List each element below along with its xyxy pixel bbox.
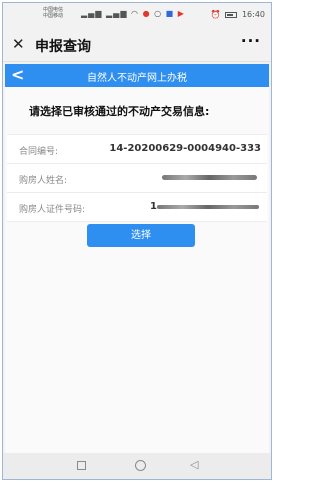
instruction-text: 请选择已审核通过的不动产交易信息: [29, 105, 210, 118]
page-title: 申报查询 [35, 39, 91, 55]
buyer-id-row: 购房人证件号码: 1 [7, 193, 267, 222]
header-title: 自然人不动产网上办税 [87, 73, 187, 84]
recent-apps-icon[interactable] [77, 461, 86, 470]
blue-header: < 自然人不动产网上办税 [5, 64, 269, 87]
clock: 16:40 [241, 10, 265, 19]
info-list: 合同编号: 14-20200629-0004940-333 购房人姓名: 购房人… [7, 134, 267, 222]
phone-screen: 中国电信 中国移动 ▂▄▆ ▂▄▆ ◠ ● ○ ■ ▶ ⏰ 16:40 ✕ 申报… [2, 2, 272, 480]
contract-number-row: 合同编号: 14-20200629-0004940-333 [7, 135, 267, 164]
back-triangle-icon[interactable]: ◁ [190, 458, 198, 471]
app-title-bar: ✕ 申报查询 ··· [3, 29, 271, 62]
carrier-info: 中国电信 中国移动 [43, 7, 63, 19]
home-icon[interactable] [135, 460, 146, 471]
wifi-icon: ◠ [131, 9, 140, 18]
close-icon[interactable]: ✕ [12, 35, 25, 53]
buyer-id-label: 购房人证件号码: [19, 205, 86, 215]
signal-icon: ▂▄▆ [81, 9, 103, 18]
alarm-icon: ⏰ [210, 10, 221, 19]
app-notification-icon-3: ▶ [177, 9, 185, 18]
more-icon[interactable]: ··· [241, 32, 261, 50]
app-notification-icon: ○ [154, 9, 163, 18]
buyer-name-redacted [162, 175, 257, 180]
battery-icon [225, 12, 238, 18]
contract-number-label: 合同编号: [19, 147, 59, 157]
carrier-line-2: 中国移动 [43, 13, 64, 19]
buyer-id-prefix: 1 [150, 201, 157, 212]
notification-icon: ● [142, 9, 151, 18]
system-nav-bar: ◁ [3, 453, 271, 479]
app-notification-icon-2: ■ [165, 9, 175, 18]
select-button[interactable]: 选择 [87, 224, 195, 247]
buyer-id-redacted [157, 205, 259, 209]
contract-number-value: 14-20200629-0004940-333 [109, 143, 261, 154]
status-right: ⏰ 16:40 [211, 10, 265, 19]
buyer-name-label: 购房人姓名: [19, 176, 68, 186]
status-bar: 中国电信 中国移动 ▂▄▆ ▂▄▆ ◠ ● ○ ■ ▶ ⏰ 16:40 [3, 3, 271, 29]
main-content: 请选择已审核通过的不动产交易信息: 合同编号: 14-20200629-0004… [5, 87, 269, 467]
buyer-name-row: 购房人姓名: [7, 164, 267, 193]
signal-icon-2: ▂▄▆ [106, 9, 128, 18]
status-icons: ▂▄▆ ▂▄▆ ◠ ● ○ ■ ▶ [81, 9, 185, 18]
